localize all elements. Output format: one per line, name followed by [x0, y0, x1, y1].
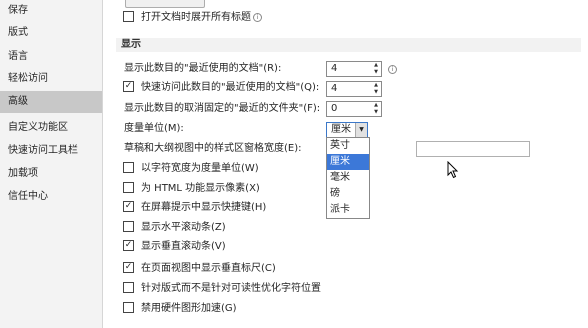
quick-access-option[interactable]: ✓ 快速访问此数目的"最近使用的文档"(Q):	[123, 79, 319, 97]
sidebar-item-customize-ribbon[interactable]: 自定义功能区	[0, 117, 102, 139]
dropdown-option[interactable]: 派卡	[327, 202, 369, 218]
recent-docs-value[interactable]: 4	[331, 62, 337, 76]
option-checkbox[interactable]: ✓	[123, 200, 134, 212]
checkbox-option[interactable]: 以字符宽度为度量单位(W)	[123, 160, 259, 178]
option-checkbox[interactable]: ✓	[123, 239, 134, 251]
spinner-arrows-icon[interactable]: ▲ ▼	[371, 82, 381, 96]
spinner-arrows-icon[interactable]: ▲ ▼	[371, 62, 381, 76]
option-label: 针对版式而不是针对可读性优化字符位置	[141, 283, 321, 294]
option-label: 显示水平滚动条(Z)	[141, 222, 226, 233]
display-section-header: 显示	[116, 38, 581, 52]
option-label: 以字符宽度为度量单位(W)	[141, 163, 259, 174]
option-label: 禁用硬件图形加速(G)	[141, 303, 237, 314]
option-label: 在页面视图中显示垂直标尺(C)	[141, 263, 276, 274]
sidebar-item-addins[interactable]: 加载项	[0, 163, 102, 185]
style-width-input[interactable]	[416, 141, 530, 157]
checkbox-option[interactable]: 显示水平滚动条(Z)	[123, 219, 226, 237]
partial-button[interactable]	[125, 0, 205, 8]
sidebar-item-layout[interactable]: 版式	[0, 22, 102, 44]
sidebar-item-trust-center[interactable]: 信任中心	[0, 186, 102, 208]
dropdown-option[interactable]: 磅	[327, 186, 369, 202]
quick-access-spinner[interactable]: 4 ▲ ▼	[326, 81, 382, 97]
expand-headings-option[interactable]: 打开文档时展开所有标题 i	[123, 9, 262, 27]
option-label: 在屏幕提示中显示快捷键(H)	[141, 202, 267, 213]
recent-docs-spinner[interactable]: 4 ▲ ▼	[326, 61, 382, 77]
recent-docs-label: 显示此数目的"最近使用的文档"(R):	[124, 63, 282, 74]
unpinned-folders-spinner[interactable]: 0 ▲ ▼	[326, 101, 382, 117]
checkbox-option[interactable]: ✓ 在屏幕提示中显示快捷键(H)	[123, 199, 266, 217]
expand-headings-checkbox[interactable]	[123, 10, 134, 22]
expand-headings-label: 打开文档时展开所有标题	[141, 12, 251, 23]
dropdown-option[interactable]: 厘米	[327, 154, 369, 170]
options-sidebar: 保存 版式 语言 轻松访问 高级 自定义功能区 快速访问工具栏 加载项 信任中心	[0, 0, 103, 328]
option-checkbox[interactable]	[123, 161, 134, 173]
sidebar-item-advanced[interactable]: 高级	[0, 91, 102, 113]
chevron-down-icon[interactable]: ▼	[355, 123, 367, 137]
quick-access-value[interactable]: 4	[331, 82, 337, 96]
measure-units-select[interactable]: 厘米 ▼	[326, 122, 368, 138]
dropdown-option[interactable]: 毫米	[327, 170, 369, 186]
checkbox-option[interactable]: 禁用硬件图形加速(G)	[123, 300, 237, 318]
style-width-label: 草稿和大纲视图中的样式区窗格宽度(E):	[124, 143, 302, 154]
quick-access-checkbox[interactable]: ✓	[123, 80, 134, 92]
sidebar-item-language[interactable]: 语言	[0, 46, 102, 68]
checkbox-option[interactable]: ✓ 在页面视图中显示垂直标尺(C)	[123, 260, 276, 278]
option-label: 显示垂直滚动条(V)	[141, 241, 226, 252]
option-checkbox[interactable]	[123, 220, 134, 232]
option-checkbox[interactable]	[123, 181, 134, 193]
info-icon[interactable]: i	[388, 65, 397, 74]
option-checkbox[interactable]	[123, 301, 134, 313]
measure-units-value[interactable]: 厘米	[331, 123, 351, 137]
spinner-arrows-icon[interactable]: ▲ ▼	[371, 102, 381, 116]
option-checkbox[interactable]	[123, 281, 134, 293]
sidebar-item-quick-access-toolbar[interactable]: 快速访问工具栏	[0, 140, 102, 162]
option-label: 为 HTML 功能显示像素(X)	[141, 183, 260, 194]
checkbox-option[interactable]: 针对版式而不是针对可读性优化字符位置	[123, 280, 321, 298]
measure-units-label: 度量单位(M):	[124, 123, 184, 134]
dropdown-option[interactable]: 英寸	[327, 138, 369, 154]
unpinned-folders-value[interactable]: 0	[331, 102, 337, 116]
sidebar-item-save[interactable]: 保存	[0, 0, 102, 22]
unpinned-folders-label: 显示此数目的取消固定的"最近的文件夹"(F):	[124, 103, 321, 114]
mouse-cursor-icon	[447, 161, 459, 179]
checkbox-option[interactable]: ✓ 显示垂直滚动条(V)	[123, 238, 226, 256]
sidebar-item-accessibility[interactable]: 轻松访问	[0, 68, 102, 90]
option-checkbox[interactable]: ✓	[123, 261, 134, 273]
quick-access-label: 快速访问此数目的"最近使用的文档"(Q):	[141, 82, 320, 93]
checkbox-option[interactable]: 为 HTML 功能显示像素(X)	[123, 180, 260, 198]
measure-units-dropdown[interactable]: 英寸 厘米 毫米 磅 派卡	[326, 137, 370, 219]
advanced-options-panel: 打开文档时展开所有标题 i 显示 显示此数目的"最近使用的文档"(R): 4 ▲ ▼…	[103, 0, 588, 328]
info-icon[interactable]: i	[253, 12, 262, 22]
